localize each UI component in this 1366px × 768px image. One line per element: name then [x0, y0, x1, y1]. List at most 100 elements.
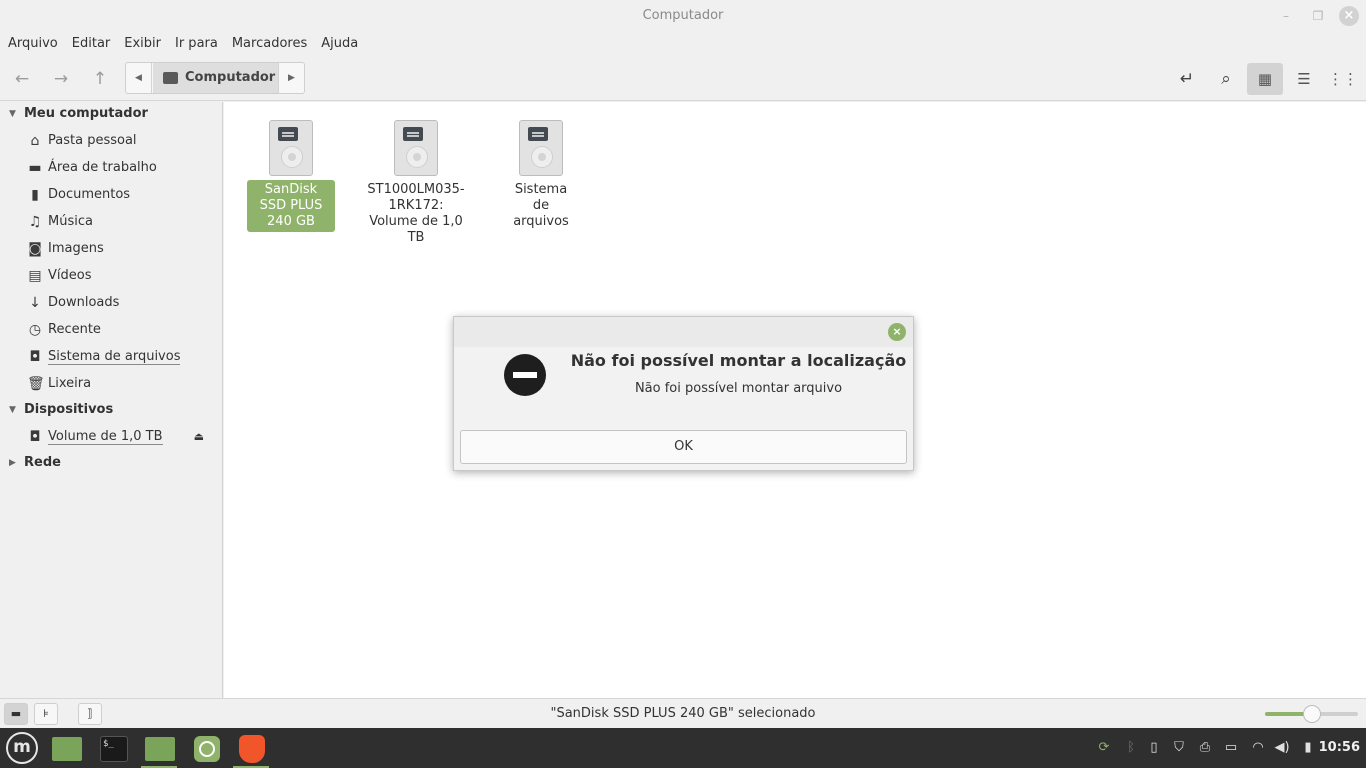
menu-ajuda[interactable]: Ajuda — [321, 32, 358, 56]
notes-icon[interactable]: ▭ — [1223, 740, 1239, 756]
volume-icon[interactable]: ◀) — [1274, 740, 1290, 756]
sidebar-item-label: Downloads — [48, 295, 120, 310]
path-right-arrow-icon[interactable]: ▶ — [278, 63, 304, 93]
web-icon — [194, 736, 220, 762]
battery-icon[interactable]: ▮ — [1300, 740, 1316, 756]
drive-item-sistema[interactable]: Sistema de arquivos — [486, 120, 596, 232]
clipboard-icon[interactable]: ▯ — [1146, 740, 1162, 756]
window-title: Computador — [642, 8, 724, 23]
location-toggle-icon[interactable]: ↵ — [1174, 66, 1200, 92]
clock[interactable]: 10:56 — [1319, 740, 1360, 755]
sidebar-item-sistema-de-arquivos[interactable]: ◘ Sistema de arquivos — [0, 343, 222, 370]
sidebar-section-network[interactable]: ▶ Rede — [0, 451, 61, 475]
wifi-icon[interactable]: ◠ — [1250, 740, 1266, 756]
sidebar-item-label: Volume de 1,0 TB — [48, 429, 163, 445]
sidebar-item-label: Vídeos — [48, 268, 92, 283]
menu-marcadores[interactable]: Marcadores — [232, 32, 307, 56]
sidebar-item-lixeira[interactable]: 🗑 Lixeira — [0, 370, 222, 397]
path-bar: ◀ Computador ▶ — [125, 62, 305, 94]
brave-launcher[interactable] — [231, 732, 271, 768]
zoom-slider[interactable] — [1265, 705, 1358, 723]
sidebar-item-musica[interactable]: ♫ Música — [0, 208, 222, 235]
sidebar-item-label: Música — [48, 214, 93, 229]
drive-item-sandisk[interactable]: SanDisk SSD PLUS 240 GB — [236, 120, 346, 232]
menu-ir-para[interactable]: Ir para — [175, 32, 218, 56]
close-window-button[interactable]: × — [1339, 6, 1359, 26]
bluetooth-icon[interactable]: ᛒ — [1123, 740, 1139, 756]
minimize-button[interactable]: – — [1276, 6, 1296, 26]
drive-item-st1000[interactable]: ST1000LM035-1RK172: Volume de 1,0 TB — [361, 120, 471, 248]
drive-icon: ◘ — [29, 429, 41, 445]
hard-drive-icon — [519, 120, 563, 176]
drive-name: SanDisk SSD PLUS 240 GB — [247, 180, 335, 232]
sidebar: ▼ Meu computador ⌂ Pasta pessoal ▬ Área … — [0, 102, 223, 698]
hard-drive-icon — [394, 120, 438, 176]
drive-name: ST1000LM035-1RK172: Volume de 1,0 TB — [367, 182, 465, 245]
terminal-launcher[interactable]: $_ — [93, 732, 133, 766]
status-text: "SanDisk SSD PLUS 240 GB" selecionado — [550, 706, 816, 721]
sidebar-item-label: Documentos — [48, 187, 131, 202]
expanded-triangle-icon: ▼ — [9, 405, 16, 415]
sidebar-section-computer[interactable]: ▼ Meu computador — [0, 102, 148, 126]
dialog-close-icon[interactable]: × — [888, 323, 906, 341]
sidebar-item-recente[interactable]: ◷ Recente — [0, 316, 222, 343]
list-view-button[interactable]: ☰ — [1286, 63, 1322, 95]
back-arrow-icon[interactable]: ← — [9, 66, 35, 92]
path-crumb-label: Computador — [185, 70, 276, 85]
path-crumb-computador[interactable]: Computador — [153, 63, 279, 93]
hard-drive-icon — [269, 120, 313, 176]
ok-button[interactable]: OK — [460, 430, 907, 464]
files-launcher[interactable] — [139, 732, 179, 768]
sidebar-item-videos[interactable]: ▤ Vídeos — [0, 262, 222, 289]
sidebar-item-downloads[interactable]: ↓ Downloads — [0, 289, 222, 316]
error-dialog: × Não foi possível montar a localização … — [453, 316, 914, 471]
sidebar-item-label: Área de trabalho — [48, 160, 157, 175]
update-manager-icon[interactable]: ⟳ — [1096, 740, 1112, 756]
show-desktop-launcher[interactable] — [46, 732, 86, 766]
web-app-launcher[interactable] — [185, 732, 225, 766]
menu-exibir[interactable]: Exibir — [124, 32, 161, 56]
maximize-button[interactable]: ❐ — [1308, 6, 1328, 26]
recent-icon: ◷ — [28, 322, 42, 338]
drive-name: Sistema de arquivos — [513, 182, 569, 229]
printer-icon[interactable]: ⎙ — [1197, 740, 1213, 756]
search-icon[interactable]: ⌕ — [1213, 66, 1239, 92]
sidebar-item-volume-1tb[interactable]: ◘ Volume de 1,0 TB ⏏ — [0, 423, 222, 450]
error-stop-icon — [504, 354, 546, 396]
dialog-header — [454, 317, 913, 347]
sidebar-item-documentos[interactable]: ▮ Documentos — [0, 181, 222, 208]
shield-icon[interactable]: ⛉ — [1171, 740, 1187, 756]
collapsed-triangle-icon: ▶ — [9, 458, 16, 468]
camera-icon: ◙ — [28, 241, 42, 257]
folder-icon — [52, 737, 82, 761]
toolbar: ← → ↑ ◀ Computador ▶ ↵ ⌕ ▦ ☰ ⋮⋮ — [0, 57, 1366, 101]
sidebar-section-devices[interactable]: ▼ Dispositivos — [0, 398, 113, 422]
sidebar-item-label: Lixeira — [48, 376, 92, 391]
status-bar: ▬ ⊧ ⟧ "SanDisk SSD PLUS 240 GB" selecion… — [0, 698, 1366, 728]
zoom-slider-knob[interactable] — [1302, 705, 1321, 723]
mint-menu-icon[interactable] — [6, 732, 38, 764]
sidebar-item-pasta-pessoal[interactable]: ⌂ Pasta pessoal — [0, 127, 222, 154]
eject-icon[interactable]: ⏏ — [194, 423, 204, 450]
sidebar-item-label: Pasta pessoal — [48, 133, 137, 148]
forward-arrow-icon[interactable]: → — [48, 66, 74, 92]
compact-view-button[interactable]: ⋮⋮ — [1325, 63, 1361, 95]
icon-view-button[interactable]: ▦ — [1247, 63, 1283, 95]
section-label: Rede — [24, 455, 61, 470]
taskbar: $_ ⟳ ᛒ ▯ ⛉ ⎙ ▭ ◠ ◀) ▮ 10:56 — [0, 728, 1366, 768]
download-icon: ↓ — [29, 295, 41, 311]
up-arrow-icon[interactable]: ↑ — [87, 66, 113, 92]
expanded-triangle-icon: ▼ — [9, 109, 16, 119]
folder-icon — [145, 737, 175, 761]
section-label: Dispositivos — [24, 402, 114, 417]
menu-editar[interactable]: Editar — [72, 32, 111, 56]
dialog-message: Não foi possível montar arquivo — [634, 381, 843, 396]
sidebar-item-area-de-trabalho[interactable]: ▬ Área de trabalho — [0, 154, 222, 181]
sidebar-item-label: Sistema de arquivos — [48, 349, 181, 365]
sidebar-item-label: Imagens — [48, 241, 104, 256]
sidebar-item-imagens[interactable]: ◙ Imagens — [0, 235, 222, 262]
menu-bar: Arquivo Editar Exibir Ir para Marcadores… — [0, 32, 372, 56]
home-icon: ⌂ — [30, 133, 40, 149]
path-left-arrow-icon[interactable]: ◀ — [126, 63, 152, 93]
menu-arquivo[interactable]: Arquivo — [8, 32, 58, 56]
